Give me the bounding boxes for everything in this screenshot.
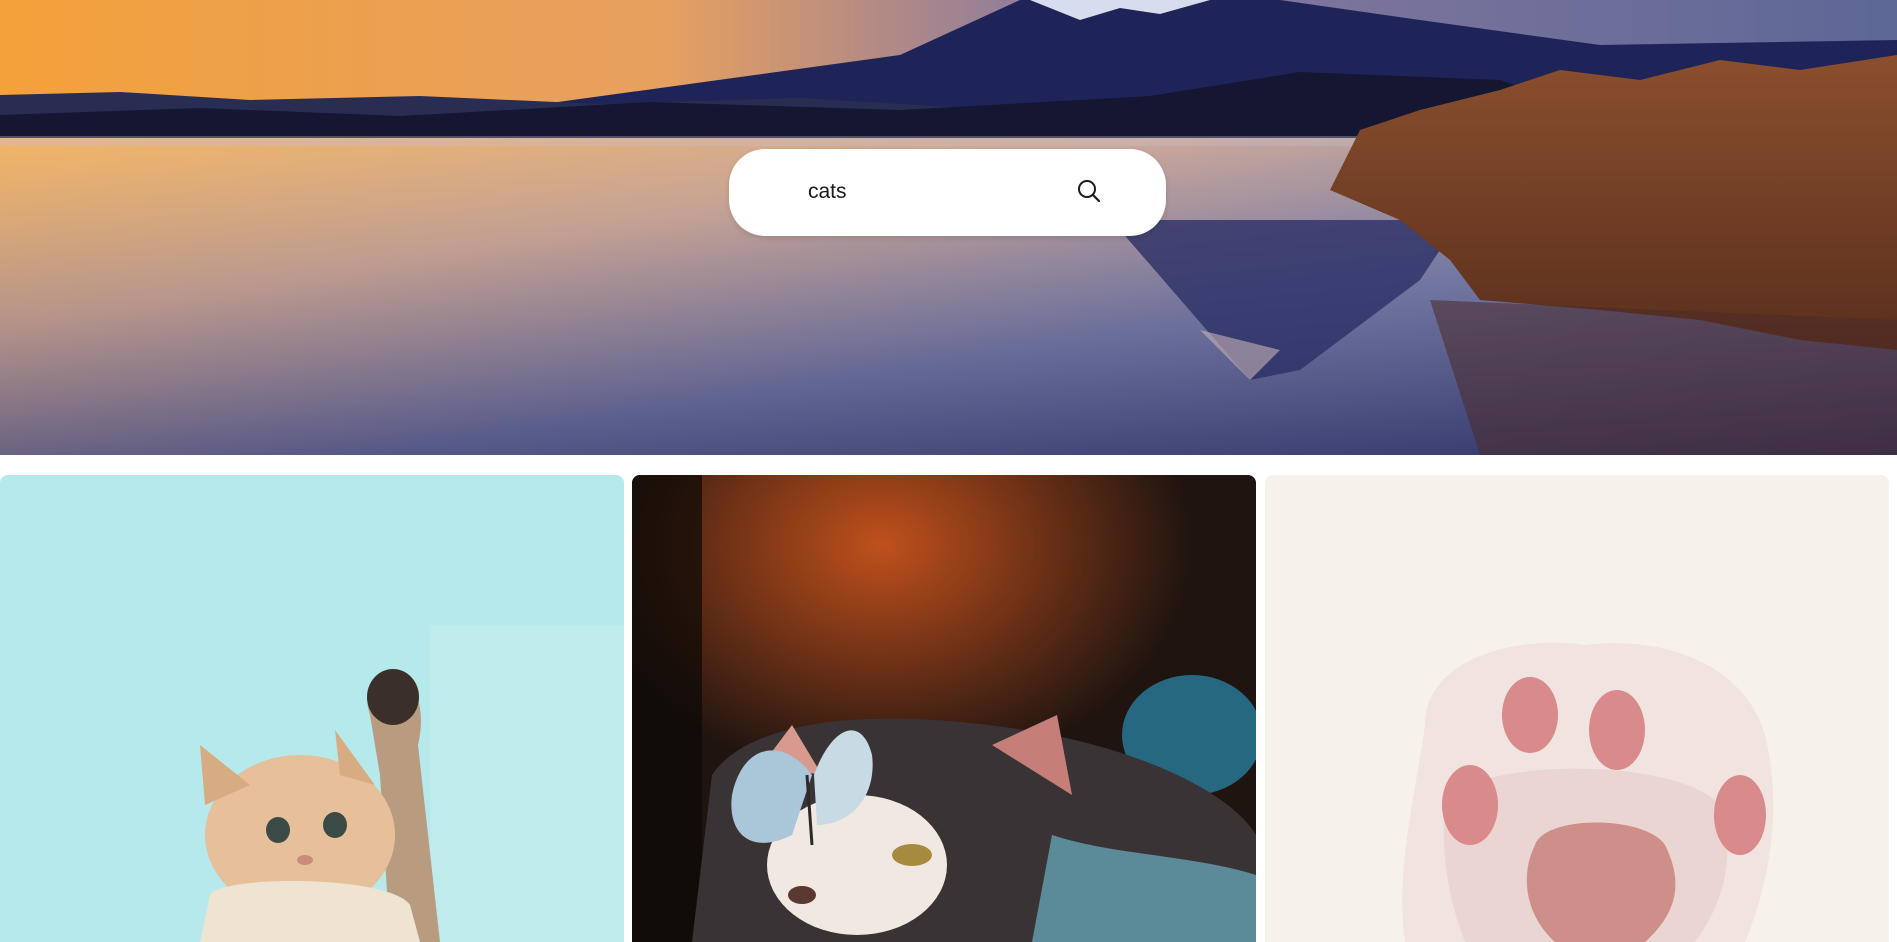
cat-paw-photo [1265,475,1889,942]
gallery-image-cat-butterfly[interactable] [632,475,1256,942]
cat-butterfly-photo [632,475,1256,942]
kitten-reaching-photo [0,475,624,942]
search-input[interactable] [808,174,1068,210]
search-button[interactable] [1071,174,1107,210]
search-icon [1078,180,1101,203]
gallery-image-cat-paw[interactable] [1265,475,1889,942]
image-gallery [0,475,1897,942]
gallery-image-kitten[interactable] [0,475,624,942]
